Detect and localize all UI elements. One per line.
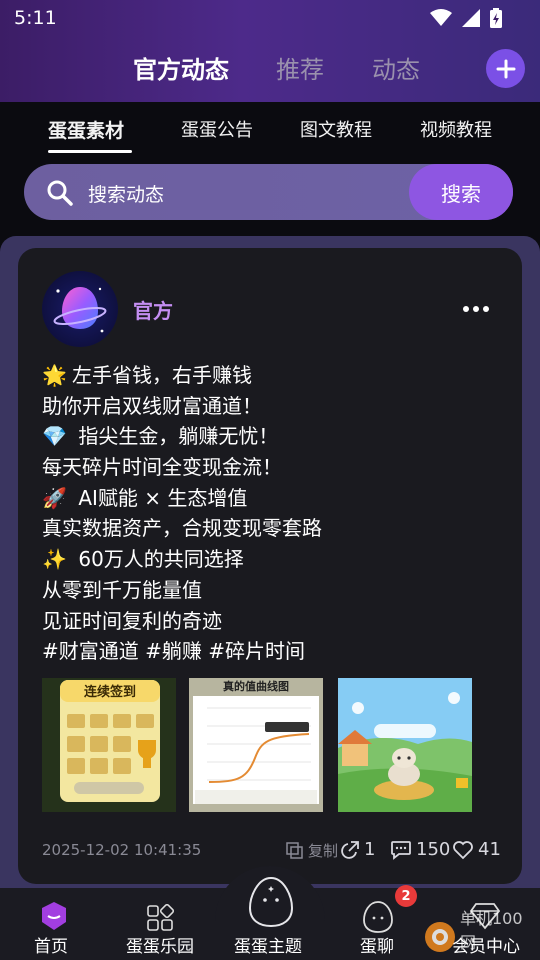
share-count: 1 bbox=[364, 839, 376, 860]
like-button[interactable]: 41 bbox=[452, 839, 501, 860]
tab-recommend[interactable]: 推荐 bbox=[276, 50, 324, 85]
search-input[interactable]: 搜索动态 bbox=[88, 180, 164, 207]
chat-egg-icon bbox=[363, 901, 393, 933]
copy-label: 复制 bbox=[308, 842, 339, 860]
add-post-button[interactable] bbox=[486, 49, 525, 88]
post-image-game[interactable] bbox=[338, 678, 472, 812]
signin-title: 连续签到 bbox=[84, 685, 137, 700]
post-line: 每天碎片时间全变现金流！ bbox=[42, 455, 282, 480]
battery-icon bbox=[490, 8, 502, 28]
main-tabs: 官方动态 推荐 动态 bbox=[0, 50, 540, 90]
heart-icon bbox=[453, 840, 473, 859]
post-images: 连续签到 真的值曲线图 bbox=[42, 678, 472, 812]
subtab-video-tutorials[interactable]: 视频教程 bbox=[420, 116, 492, 142]
search-bar[interactable]: 搜索动态 搜索 bbox=[24, 164, 513, 220]
post-line: ✨ 60万人的共同选择 bbox=[42, 544, 502, 575]
post-line: 💎 指尖生金，躺赚无忧！ bbox=[42, 421, 502, 452]
nav-chat-label: 蛋聊 bbox=[360, 937, 394, 957]
post-line: 助你开启双线财富通道！ bbox=[42, 393, 262, 418]
like-count: 41 bbox=[478, 839, 501, 860]
comment-count: 150 bbox=[416, 839, 451, 860]
post-hashtags[interactable]: #财富通道 #躺赚 #碎片时间 bbox=[42, 636, 502, 667]
chart-title: 真的值曲线图 bbox=[223, 680, 289, 693]
plus-icon bbox=[496, 59, 515, 78]
author-name[interactable]: 官方 bbox=[133, 295, 173, 324]
comment-icon bbox=[391, 840, 411, 860]
tab-official-news[interactable]: 官方动态 bbox=[133, 50, 229, 85]
share-icon bbox=[341, 840, 359, 859]
comment-button[interactable]: 150 bbox=[390, 839, 450, 860]
game-screenshot bbox=[338, 678, 472, 812]
system-icons bbox=[430, 8, 502, 28]
planet-logo-icon bbox=[53, 287, 107, 333]
status-time: 5:11 bbox=[14, 7, 57, 29]
sparkles-emoji: ✨ bbox=[42, 547, 67, 572]
nav-home[interactable]: 首页 bbox=[20, 896, 88, 960]
search-icon bbox=[47, 180, 73, 206]
subtab-image-tutorials[interactable]: 图文教程 bbox=[300, 116, 372, 142]
curve-screenshot bbox=[189, 678, 323, 812]
post-line: 真实数据资产，合规变现零套路 bbox=[42, 516, 322, 541]
post-line: 见证时间复利的奇迹 bbox=[42, 608, 222, 633]
search-button[interactable]: 搜索 bbox=[409, 164, 513, 220]
nav-home-label: 首页 bbox=[34, 937, 68, 957]
post-date: 2025-12-02 10:41:35 bbox=[42, 841, 202, 859]
subtab-announcements[interactable]: 蛋蛋公告 bbox=[181, 116, 253, 142]
post-text: 🌟 左手省钱，右手赚钱 助你开启双线财富通道！ 💎 指尖生金，躺赚无忧！ 每天碎片… bbox=[42, 360, 502, 667]
status-bar: 5:11 bbox=[0, 0, 540, 36]
post-line: 从零到千万能量值 bbox=[42, 577, 202, 602]
post-line: 🌟 左手省钱，右手赚钱 bbox=[42, 360, 502, 391]
nav-theme[interactable]: 蛋蛋主题 bbox=[226, 872, 316, 960]
post-image-signin[interactable]: 连续签到 bbox=[42, 678, 176, 812]
signal-icon bbox=[462, 9, 480, 27]
home-egg-icon bbox=[42, 902, 66, 930]
subtab-materials[interactable]: 蛋蛋素材 bbox=[48, 116, 124, 143]
nav-theme-label: 蛋蛋主题 bbox=[234, 937, 302, 957]
nav-park-label: 蛋蛋乐园 bbox=[126, 937, 194, 957]
tab-feed[interactable]: 动态 bbox=[372, 50, 420, 85]
nav-park[interactable]: 蛋蛋乐园 bbox=[120, 896, 204, 960]
post-image-chart[interactable]: 真的值曲线图 bbox=[189, 678, 323, 812]
grid-icon bbox=[147, 904, 174, 931]
post-meta: 2025-12-02 10:41:35 复制 1 150 41 bbox=[42, 839, 502, 862]
wifi-icon bbox=[430, 9, 452, 26]
post-line: 🚀 AI赋能 × 生态增值 bbox=[42, 483, 502, 514]
share-button[interactable]: 1 bbox=[340, 839, 375, 860]
star-emoji: 🌟 bbox=[42, 363, 67, 387]
copy-button[interactable]: 复制 bbox=[286, 840, 338, 861]
active-tab-indicator bbox=[48, 150, 132, 153]
author-avatar[interactable] bbox=[42, 271, 118, 347]
chat-unread-badge: 2 bbox=[395, 885, 417, 907]
egg-mascot-icon bbox=[248, 876, 294, 928]
watermark-logo-icon bbox=[425, 922, 455, 952]
watermark: 单机100网 bbox=[420, 909, 538, 957]
copy-icon bbox=[286, 841, 303, 859]
watermark-text: 单机100网 bbox=[460, 909, 523, 952]
gem-emoji: 💎 bbox=[42, 424, 67, 449]
rocket-emoji: 🚀 bbox=[42, 485, 67, 510]
more-options-icon[interactable] bbox=[463, 300, 491, 318]
